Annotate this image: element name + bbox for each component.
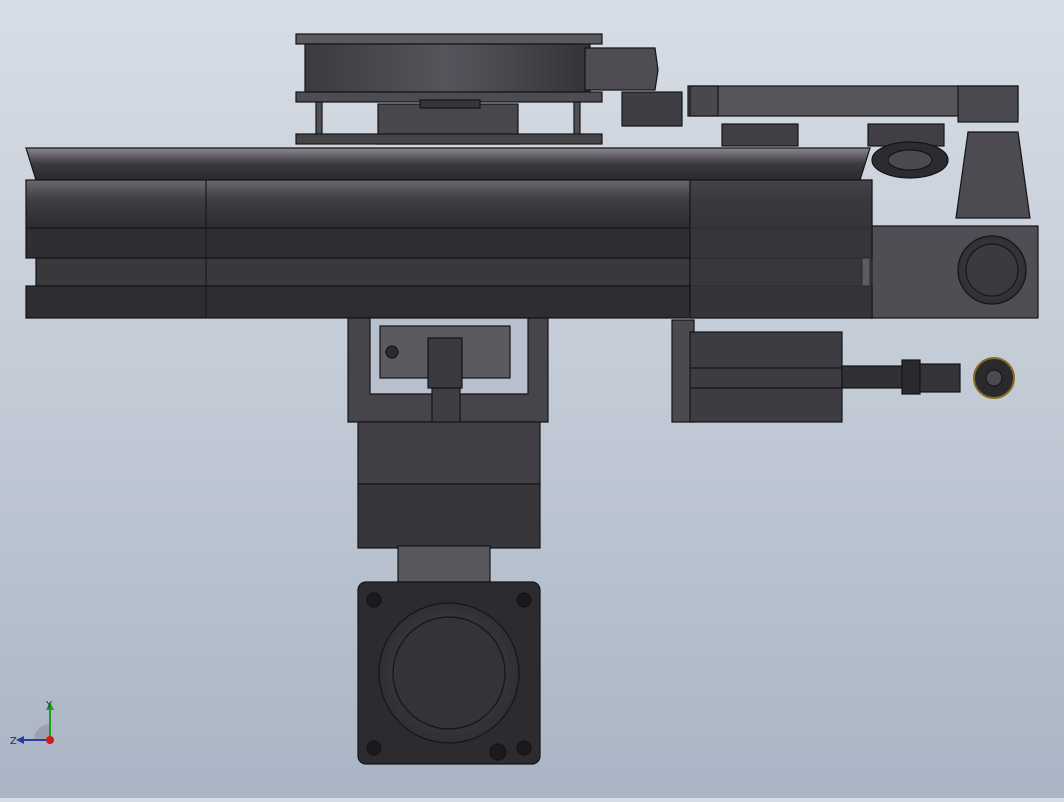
triad-origin bbox=[46, 736, 54, 744]
top-belt-pulley bbox=[295, 33, 603, 145]
coordinate-triad: Y Z bbox=[10, 700, 54, 747]
pneumatic-cylinder bbox=[671, 319, 1015, 423]
servo-motor bbox=[357, 421, 541, 765]
y-axis-label: Y bbox=[45, 700, 53, 711]
cad-model-viewport[interactable] bbox=[0, 0, 1064, 798]
assembly-drawing bbox=[25, 33, 1039, 765]
z-axis-arrow bbox=[16, 736, 24, 744]
z-axis-label: Z bbox=[10, 736, 17, 747]
main-conveyor-drum bbox=[25, 147, 873, 319]
